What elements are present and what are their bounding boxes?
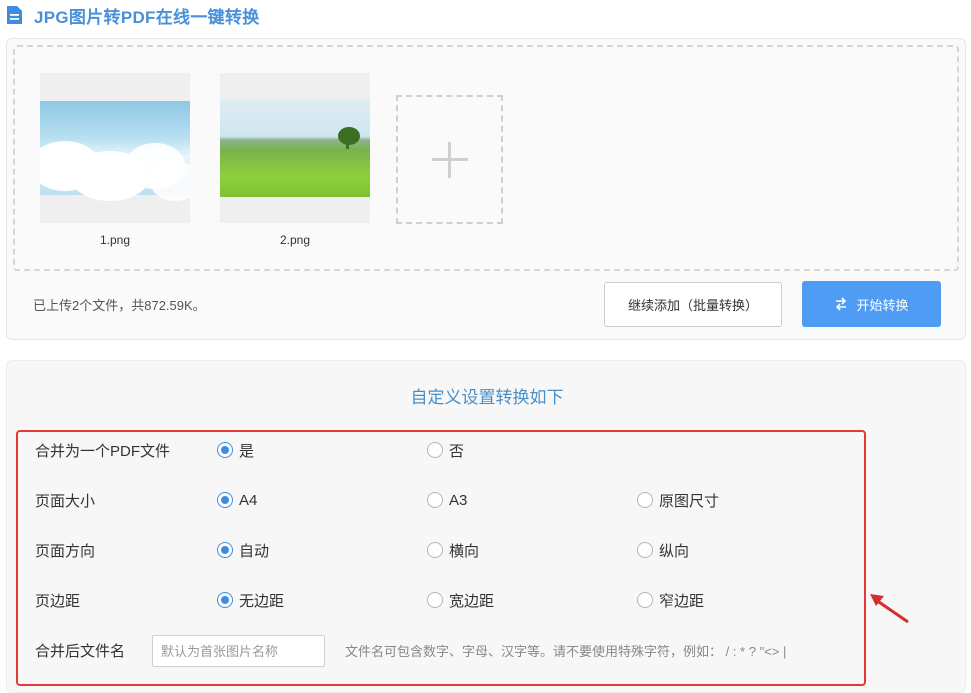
filename-input[interactable] — [152, 635, 325, 667]
page-title: JPG图片转PDF在线一键转换 — [34, 7, 260, 27]
radio-label: 原图尺寸 — [659, 492, 720, 510]
radio-label: 横向 — [449, 542, 480, 560]
plus-icon-vertical — [448, 141, 451, 178]
radio-button[interactable] — [427, 492, 443, 508]
radio-button[interactable] — [217, 442, 233, 458]
settings-card: 自定义设置转换如下 合并为一个PDF文件 是 否 页面大小 A4 A3 原图尺寸… — [6, 360, 966, 693]
radio-button[interactable] — [427, 592, 443, 608]
radio-orient-landscape[interactable]: 横向 — [427, 540, 479, 561]
radio-button[interactable] — [427, 542, 443, 558]
title-bar: JPG图片转PDF在线一键转换 — [6, 2, 260, 28]
radio-label: A4 — [239, 491, 258, 509]
radio-label: 自动 — [239, 542, 270, 560]
arrow-icon — [870, 594, 909, 624]
radio-margin-wide[interactable]: 宽边距 — [427, 590, 494, 611]
radio-size-a3[interactable]: A3 — [427, 492, 467, 509]
radio-margin-none[interactable]: 无边距 — [217, 590, 284, 611]
continue-add-button[interactable]: 继续添加（批量转换） — [604, 282, 782, 327]
radio-label: 否 — [449, 442, 465, 460]
document-icon — [7, 6, 22, 24]
setting-label: 页面大小 — [35, 492, 96, 510]
radio-size-a4[interactable]: A4 — [217, 492, 257, 509]
setting-margin: 页边距 无边距 宽边距 窄边距 — [35, 587, 855, 613]
radio-button[interactable] — [217, 592, 233, 608]
radio-label: 宽边距 — [449, 592, 495, 610]
upload-status: 已上传2个文件，共872.59K。 — [33, 298, 206, 313]
dropzone[interactable]: 1.png 2.png — [13, 45, 959, 271]
radio-merge-yes[interactable]: 是 — [217, 440, 254, 461]
radio-margin-narrow[interactable]: 窄边距 — [637, 590, 704, 611]
setting-filename: 合并后文件名 文件名可包含数字、字母、汉字等。请不要使用特殊字符，例如： / :… — [35, 635, 855, 667]
radio-button[interactable] — [637, 592, 653, 608]
radio-button[interactable] — [637, 542, 653, 558]
radio-merge-no[interactable]: 否 — [427, 440, 464, 461]
radio-label: 是 — [239, 442, 255, 460]
setting-label: 页边距 — [35, 592, 81, 610]
filename-hint: 文件名可包含数字、字母、汉字等。请不要使用特殊字符，例如： / : * ? "<… — [345, 643, 787, 659]
thumbnail-image-sky — [40, 73, 190, 223]
setting-page-size: 页面大小 A4 A3 原图尺寸 — [35, 487, 855, 513]
start-convert-button[interactable]: 开始转换 — [802, 281, 941, 327]
file-name: 1.png — [99, 233, 131, 247]
settings-heading: 自定义设置转换如下 — [410, 388, 564, 407]
start-convert-label: 开始转换 — [856, 297, 909, 313]
radio-label: A3 — [449, 491, 468, 509]
setting-label: 页面方向 — [35, 542, 96, 560]
radio-button[interactable] — [427, 442, 443, 458]
radio-label: 窄边距 — [659, 592, 705, 610]
file-name: 2.png — [279, 233, 311, 247]
upload-card: 1.png 2.png 已上传2个文件，共872.59K。 继续添加（批量转换）… — [6, 38, 966, 340]
add-file-tile[interactable] — [396, 95, 503, 224]
thumbnail-image-meadow — [220, 73, 370, 223]
radio-button[interactable] — [217, 542, 233, 558]
radio-button[interactable] — [217, 492, 233, 508]
file-thumbnail[interactable]: 1.png — [40, 73, 190, 247]
swap-icon — [836, 297, 847, 311]
radio-orient-auto[interactable]: 自动 — [217, 540, 269, 561]
setting-label: 合并后文件名 — [35, 642, 126, 660]
file-thumbnail[interactable]: 2.png — [220, 73, 370, 247]
radio-label: 无边距 — [239, 592, 285, 610]
radio-orient-portrait[interactable]: 纵向 — [637, 540, 689, 561]
setting-label: 合并为一个PDF文件 — [35, 442, 171, 460]
setting-merge: 合并为一个PDF文件 是 否 — [35, 437, 855, 463]
setting-orientation: 页面方向 自动 横向 纵向 — [35, 537, 855, 563]
radio-label: 纵向 — [659, 542, 690, 560]
radio-size-original[interactable]: 原图尺寸 — [637, 490, 719, 511]
radio-button[interactable] — [637, 492, 653, 508]
